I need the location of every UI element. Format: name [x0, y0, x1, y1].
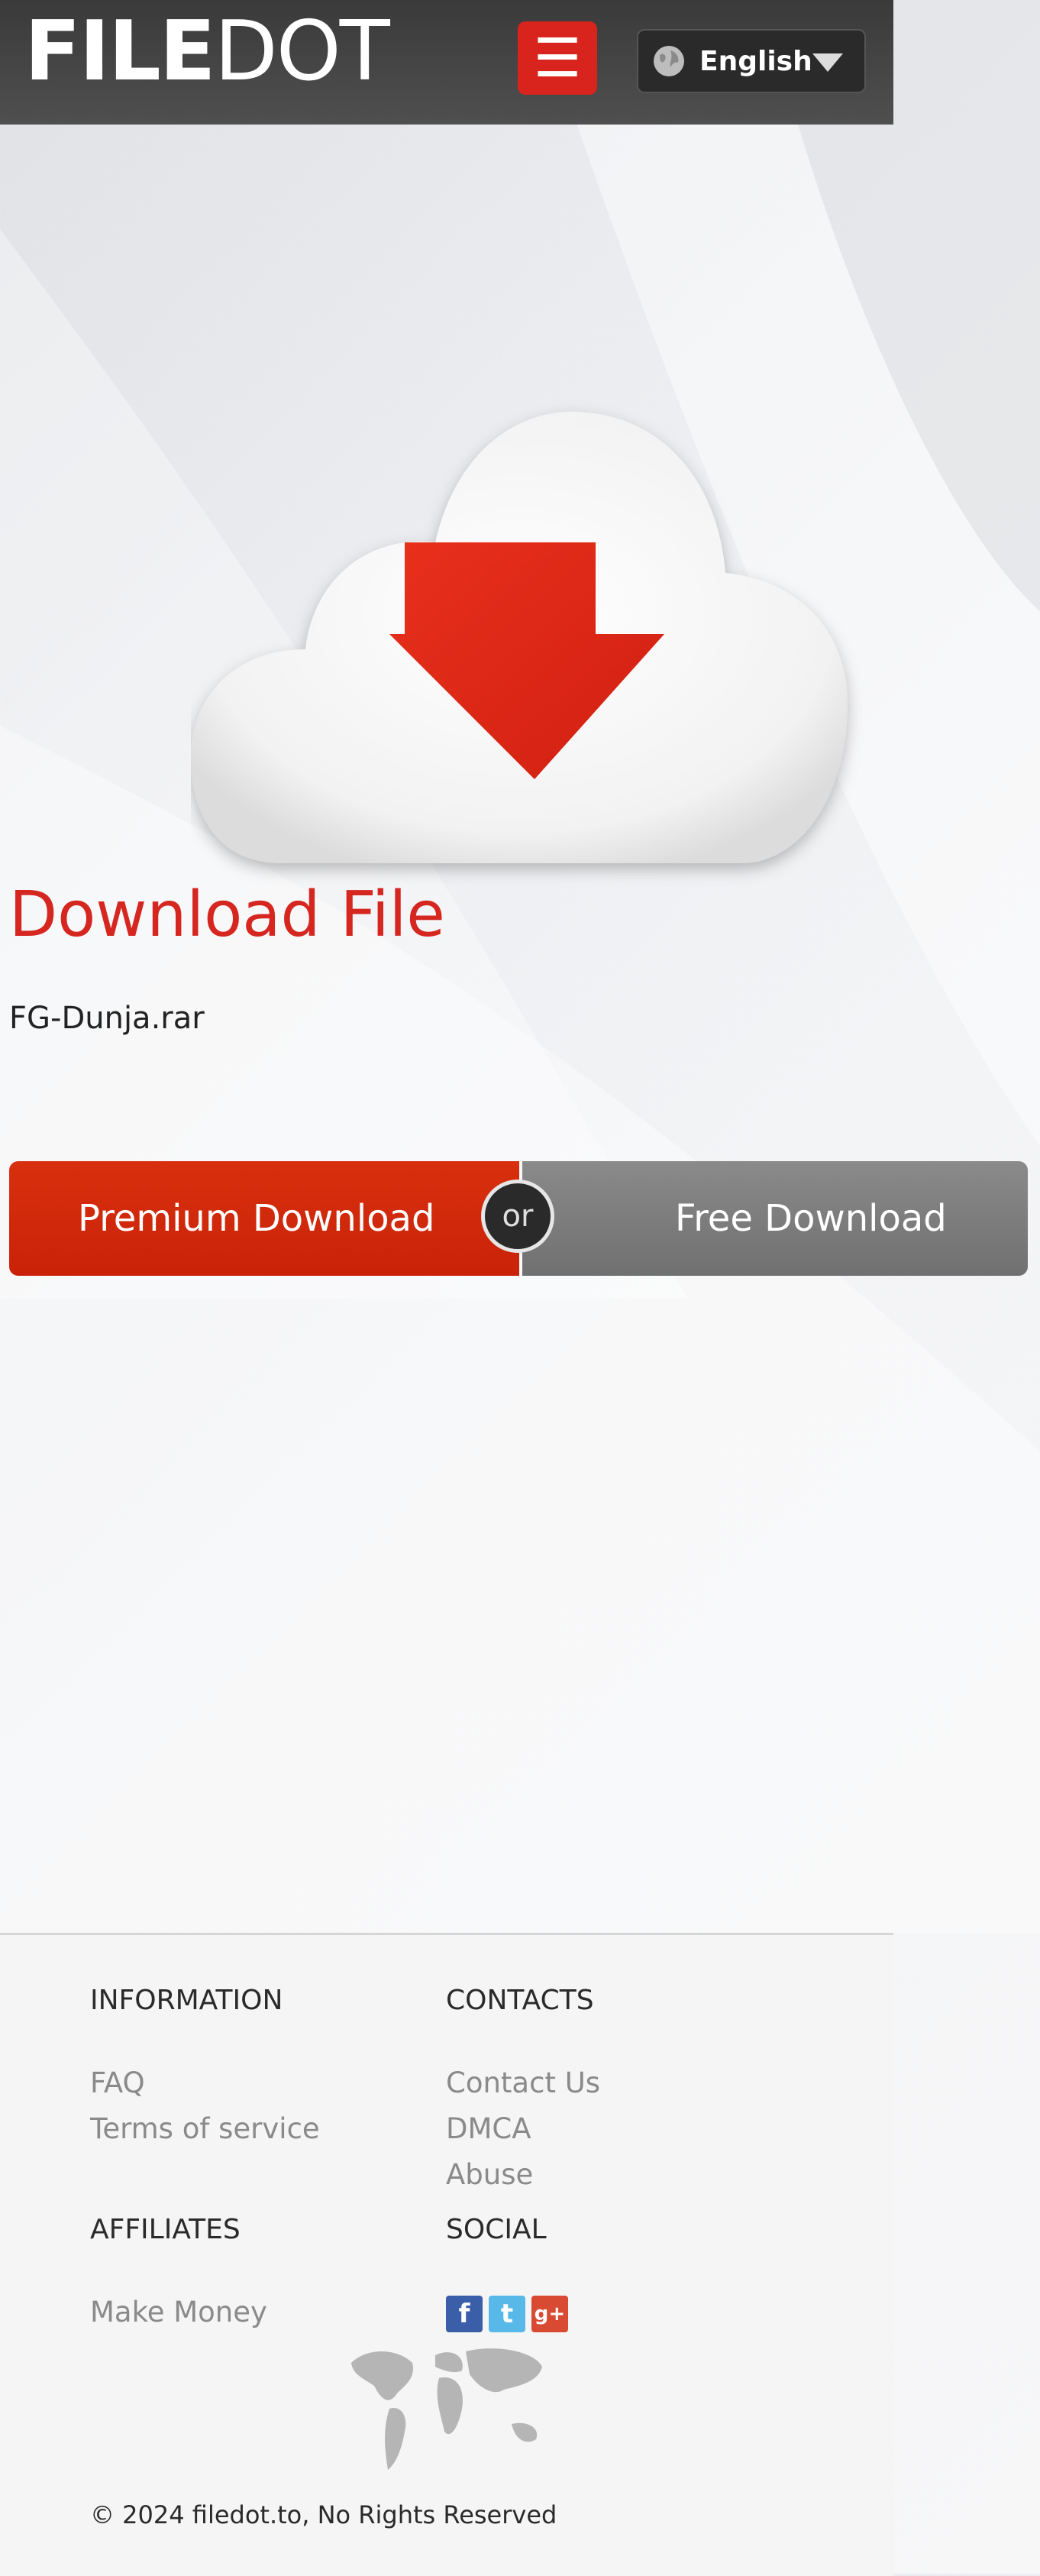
free-download-button[interactable]: Free Download [522, 1161, 1028, 1276]
premium-download-label: Premium Download [78, 1197, 435, 1240]
abuse-link[interactable]: Abuse [446, 2158, 533, 2191]
facebook-icon[interactable]: f [446, 2296, 483, 2332]
download-options: Premium Download or Free Download [9, 1161, 1028, 1276]
contacts-heading: CONTACTS [446, 1985, 594, 2016]
site-footer: INFORMATION CONTACTS FAQ Terms of servic… [0, 1933, 893, 2576]
logo-bold-text: FILE [24, 4, 216, 99]
terms-link[interactable]: Terms of service [90, 2112, 320, 2145]
site-logo[interactable]: FILEDOT [24, 11, 390, 93]
menu-icon: ☰ [533, 27, 582, 89]
menu-button[interactable]: ☰ [518, 21, 597, 95]
social-heading: SOCIAL [446, 2214, 547, 2245]
dmca-link[interactable]: DMCA [446, 2112, 531, 2145]
free-download-label: Free Download [675, 1197, 947, 1240]
cloud-download-icon [191, 411, 848, 863]
faq-link[interactable]: FAQ [90, 2066, 145, 2099]
twitter-icon[interactable]: t [489, 2296, 525, 2332]
logo-light-text: DOT [214, 4, 390, 99]
make-money-link[interactable]: Make Money [90, 2296, 267, 2328]
caret-down-icon [812, 53, 843, 72]
premium-download-button[interactable]: Premium Download [9, 1161, 519, 1276]
information-heading: INFORMATION [90, 1985, 283, 2016]
contact-us-link[interactable]: Contact Us [446, 2066, 600, 2099]
background-decoration [0, 0, 1040, 1933]
file-name: FG-Dunja.rar [9, 1001, 205, 1036]
google-plus-icon[interactable]: g+ [531, 2296, 568, 2332]
copyright-text: © 2024 filedot.to, No Rights Reserved [90, 2500, 557, 2529]
or-badge: or [481, 1180, 554, 1253]
globe-icon [654, 46, 684, 76]
language-label: English [699, 45, 812, 77]
page-title: Download File [9, 879, 445, 951]
site-header: FILEDOT ☰ English [0, 0, 893, 125]
world-map-icon [351, 2348, 542, 2470]
social-links: f t g+ [446, 2296, 568, 2332]
affiliates-heading: AFFILIATES [90, 2214, 241, 2245]
language-selector[interactable]: English [637, 29, 866, 93]
